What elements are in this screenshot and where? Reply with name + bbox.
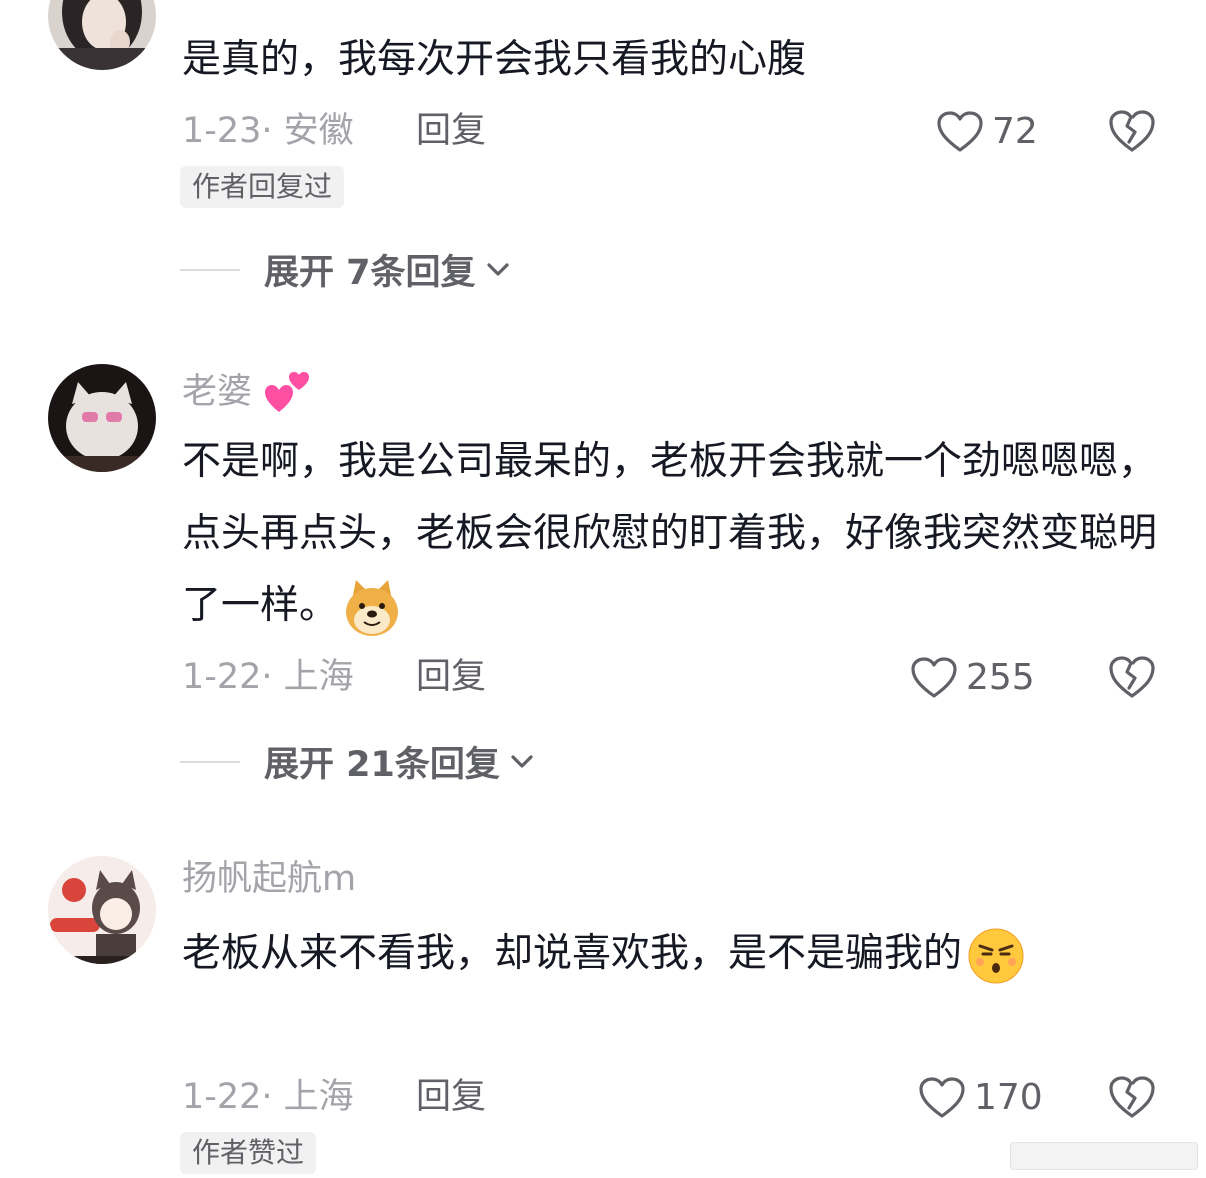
doge-emoji-icon bbox=[346, 579, 399, 636]
comment-username[interactable]: 老婆 bbox=[182, 370, 311, 416]
heart-icon bbox=[911, 657, 957, 698]
expand-replies-button[interactable]: 展开 21条回复 bbox=[180, 736, 534, 787]
comment-text: 老板从来不看我，却说喜欢我，是不是骗我的 bbox=[182, 918, 1172, 990]
author-badge: 作者回复过 bbox=[180, 166, 345, 208]
comment-text: 是真的，我每次开会我只看我的心腹 bbox=[182, 37, 807, 82]
expand-replies-button[interactable]: 展开 7条回复 bbox=[180, 244, 510, 295]
broken-heart-icon bbox=[1109, 110, 1155, 152]
divider-line bbox=[180, 268, 240, 271]
broken-heart-icon bbox=[1109, 1076, 1155, 1118]
user-avatar[interactable] bbox=[48, 856, 156, 964]
reply-button[interactable]: 回复 bbox=[416, 660, 486, 695]
comment-date-location: 1-22· 上海 bbox=[182, 657, 354, 697]
comment-username[interactable]: 扬帆起航m bbox=[182, 862, 356, 897]
heart-icon bbox=[919, 1077, 965, 1118]
chevron-down-icon bbox=[511, 754, 533, 768]
username-text: 老婆 bbox=[182, 372, 253, 412]
scroll-indicator[interactable] bbox=[1010, 1142, 1198, 1170]
comment-date-location: 1-23· 安徽 bbox=[182, 111, 354, 151]
dislike-button[interactable] bbox=[1108, 654, 1156, 704]
dislike-button[interactable] bbox=[1108, 108, 1156, 158]
comment-text-content: 不是啊，我是公司最呆的，老板开会我就一个劲嗯嗯嗯，点头再点头，老板会很欣慰的盯着… bbox=[182, 439, 1158, 628]
like-button[interactable]: 170 bbox=[918, 1076, 1043, 1120]
white-cat-photo-icon bbox=[48, 364, 156, 472]
reply-button[interactable]: 回复 bbox=[416, 114, 486, 149]
reply-button[interactable]: 回复 bbox=[416, 1080, 486, 1115]
expand-replies-label: 展开 7条回复 bbox=[264, 253, 476, 293]
divider-line bbox=[180, 760, 240, 763]
chevron-down-icon bbox=[486, 262, 509, 276]
author-liked-badge: 作者赞过 bbox=[180, 1132, 317, 1174]
like-button[interactable]: 72 bbox=[936, 110, 1038, 154]
pouting-face-emoji-icon bbox=[968, 928, 1024, 983]
comment-text: 不是啊，我是公司最呆的，老板开会我就一个劲嗯嗯嗯，点头再点头，老板会很欣慰的盯着… bbox=[182, 426, 1172, 642]
like-count: 170 bbox=[974, 1077, 1043, 1118]
broken-heart-icon bbox=[1109, 656, 1155, 698]
comment-text-content: 老板从来不看我，却说喜欢我，是不是骗我的 bbox=[182, 931, 963, 976]
woman-photo-icon bbox=[48, 0, 156, 70]
comment-date-location: 1-22· 上海 bbox=[182, 1077, 354, 1117]
like-count: 72 bbox=[992, 111, 1038, 152]
like-button[interactable]: 255 bbox=[910, 656, 1035, 700]
cartoon-girl-avatar-icon bbox=[48, 856, 156, 964]
user-avatar[interactable] bbox=[48, 0, 156, 70]
two-hearts-emoji-icon bbox=[265, 372, 310, 412]
like-count: 255 bbox=[966, 657, 1035, 698]
dislike-button[interactable] bbox=[1108, 1074, 1156, 1124]
user-avatar[interactable] bbox=[48, 364, 156, 472]
expand-replies-label: 展开 21条回复 bbox=[264, 745, 500, 785]
heart-icon bbox=[937, 111, 983, 152]
